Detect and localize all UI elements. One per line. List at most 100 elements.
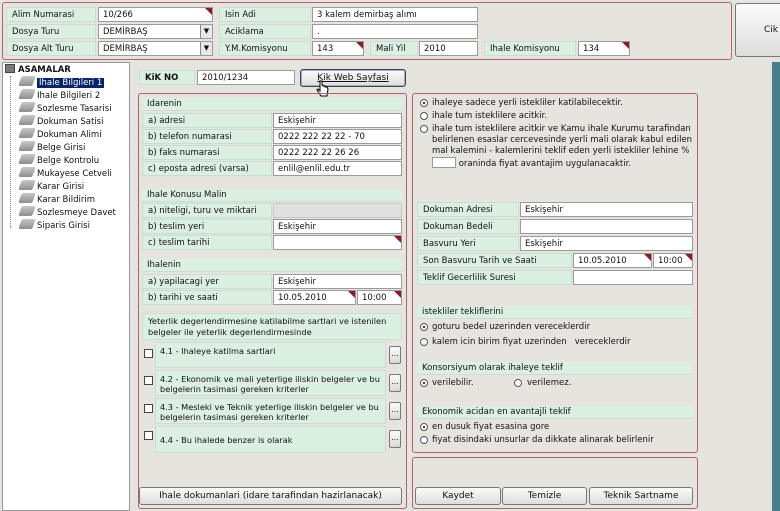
kaydet-label: Kaydet: [442, 491, 474, 501]
yeterlik-item-1-text: 4.1 - Ihaleye katilma sartlari: [160, 346, 276, 356]
dosya-turu-value: DEMİRBAŞ: [103, 27, 148, 37]
yeterlik-item-3: 4.3 - Mesleki ve Teknik yeterlige iliski…: [155, 398, 386, 424]
ihale-dokumanlari-button[interactable]: Ihale dokumanlari (idare tarafindan hazi…: [139, 487, 402, 505]
tree-item-siparis-girisi[interactable]: Siparis Girisi: [18, 219, 90, 232]
dosya-turu-select[interactable]: DEMİRBAŞ ▼: [98, 24, 213, 39]
konsorsiyum-radio-2[interactable]: [514, 379, 522, 387]
son-basvuru-label: Son Basvuru Tarih ve Saati: [417, 253, 572, 268]
teknik-sartname-button[interactable]: Teknik Sartname: [589, 487, 693, 505]
exit-label: Cik: [764, 25, 778, 35]
nitelik-label: a) niteligi, turu ve miktari: [142, 203, 272, 218]
katilim-radio-2[interactable]: [420, 112, 428, 120]
fiyat-avantaji-field[interactable]: [432, 157, 456, 168]
yeterlik-item-4-text: 4.4 - Bu ihalede benzer is olarak: [160, 435, 293, 445]
kik-no-field[interactable]: 2010/1234: [197, 70, 295, 85]
tree-item-dokuman-satisi[interactable]: Dokuman Satisi: [18, 115, 103, 128]
yeterlik-dots-button-3[interactable]: ...: [389, 402, 401, 420]
tree-item-sozlesme-tasarisi[interactable]: Sozlesme Tasarisi: [18, 102, 112, 115]
konsorsiyum-option-1: verilebilir.: [432, 378, 474, 388]
kaydet-button[interactable]: Kaydet: [415, 487, 501, 505]
mali-yil-label: Mali Yil: [370, 41, 418, 56]
dokuman-bedeli-field[interactable]: [520, 219, 693, 234]
ihale-komisyonu-label: Ihale Komisyonu: [484, 41, 576, 56]
katilim-option-2: ihale tum isteklilere acitkir.: [432, 111, 548, 121]
stage-icon: [18, 115, 36, 125]
yer-field[interactable]: Eskişehir: [273, 274, 402, 289]
idare-telefon-label: b) telefon numarasi: [142, 129, 272, 144]
tarih-label: b) tarihi ve saati: [142, 290, 272, 305]
yeterlik-item-2: 4.2 - Ekonomik ve mali yeterlige iliskin…: [155, 370, 386, 396]
tree-root[interactable]: ASAMALAR: [5, 64, 71, 76]
basvuru-yeri-field[interactable]: Eskişehir: [520, 236, 693, 251]
yeterlik-dots-button-4[interactable]: ...: [389, 430, 401, 448]
saat-field[interactable]: 10:00: [357, 290, 402, 305]
nitelik-field[interactable]: [273, 203, 402, 218]
idarenin-title: Idarenin: [142, 98, 402, 111]
son-basvuru-saat-field[interactable]: 10:00: [653, 253, 693, 268]
katilim-radio-1[interactable]: [420, 99, 428, 107]
teklif-sekli-radio-2[interactable]: [420, 338, 428, 346]
dokuman-adresi-field[interactable]: Eskişehir: [520, 202, 693, 217]
tarih-field[interactable]: 10.05.2010: [273, 290, 356, 305]
tree-item-dokuman-alimi[interactable]: Dokuman Alimi: [18, 128, 102, 141]
yeterlik-checkbox-3[interactable]: [144, 404, 153, 413]
isin-adi-label: Isin Adi: [219, 7, 311, 22]
idare-eposta-field[interactable]: enlil@enlil.edu.tr: [273, 161, 402, 176]
teknik-sartname-label: Teknik Sartname: [603, 491, 679, 501]
teslim-yeri-field[interactable]: Eskişehir: [273, 219, 402, 234]
tree-item-karar-girisi[interactable]: Karar Girisi: [18, 180, 84, 193]
tree-item-ihale-bilgileri-1[interactable]: Ihale Bilgileri 1: [18, 76, 105, 89]
dosya-alt-turu-select[interactable]: DEMİRBAŞ ▼: [98, 41, 213, 56]
idare-telefon-field[interactable]: 0222 222 22 22 - 70: [273, 129, 402, 144]
yeterlik-checkbox-2[interactable]: [144, 376, 153, 385]
konu-title: Ihale Konusu Malin: [142, 189, 402, 202]
stage-icon: [18, 128, 36, 138]
dropdown-arrow-icon[interactable]: ▼: [200, 25, 212, 38]
alim-no-field[interactable]: 10/266: [98, 7, 213, 22]
yeterlik-checkbox-4[interactable]: [144, 431, 153, 440]
ihale-komisyonu-field[interactable]: 134: [578, 41, 630, 56]
konsorsiyum-option-2: verilemez.: [527, 378, 572, 388]
yeterlik-header: Yeterlik degerlendirmesine katilabilme s…: [142, 313, 402, 340]
mali-yil-field[interactable]: 2010: [419, 41, 478, 56]
yeterlik-checkbox-1[interactable]: [144, 349, 153, 358]
dropdown-arrow-icon[interactable]: ▼: [200, 42, 212, 55]
tree-item-sozlesmeye-davet[interactable]: Sozlesmeye Davet: [18, 206, 116, 219]
avantajli-radio-2[interactable]: [420, 436, 428, 444]
avantajli-radio-1[interactable]: [420, 423, 428, 431]
temizle-button[interactable]: Temizle: [502, 487, 587, 505]
tree-item-belge-girisi[interactable]: Belge Girisi: [18, 141, 85, 154]
tree-item-karar-bildirim[interactable]: Karar Bildirim: [18, 193, 95, 206]
kik-no-label: KiK NO: [139, 70, 195, 85]
idare-faks-field[interactable]: 0222 222 22 26 26: [273, 145, 402, 160]
yer-label: a) yapilacagi yer: [142, 274, 272, 289]
teklif-gecerlilik-field[interactable]: [573, 270, 693, 285]
konsorsiyum-title: Konsorsiyum olarak ihaleye teklif: [417, 362, 693, 375]
konsorsiyum-radio-1[interactable]: [420, 379, 428, 387]
teslim-yeri-label: b) teslim yeri: [142, 219, 272, 234]
tree-item-mukayese-cetveli[interactable]: Mukayese Cetveli: [18, 167, 112, 180]
stage-icon: [18, 154, 36, 164]
tree-item-belge-kontrolu[interactable]: Belge Kontrolu: [18, 154, 99, 167]
yeterlik-dots-button-1[interactable]: ...: [389, 346, 401, 364]
teklif-sekli-option-2: kalem icin birim fiyat uzerinden verecek…: [432, 337, 631, 347]
dots-label: ...: [391, 405, 399, 414]
katilim-radio-3[interactable]: [420, 125, 428, 133]
idare-adres-field[interactable]: Eskişehir: [273, 113, 402, 128]
yeterlik-dots-button-2[interactable]: ...: [389, 374, 401, 392]
teklif-sekli-radio-1[interactable]: [420, 323, 428, 331]
stage-icon: [18, 180, 36, 190]
katilim-option-3-tail: oraninda fiyat avantajim uygulanacaktir.: [458, 159, 632, 169]
dots-label: ...: [391, 349, 399, 358]
isin-adi-field[interactable]: 3 kalem demirbaş alımı: [312, 7, 478, 22]
avantajli-option-2: fiyat disindaki unsurlar da dikkate alin…: [432, 435, 654, 445]
ym-komisyonu-field[interactable]: 143: [312, 41, 364, 56]
aciklama-field[interactable]: .: [312, 24, 478, 39]
tree-item-ihale-bilgileri-2[interactable]: Ihale Bilgileri 2: [18, 89, 100, 102]
dosya-alt-turu-value: DEMİRBAŞ: [103, 44, 148, 54]
idare-eposta-label: c) eposta adresi (varsa): [142, 161, 272, 176]
teslim-tarihi-field[interactable]: [273, 235, 402, 250]
exit-button[interactable]: Cik: [735, 3, 780, 57]
son-basvuru-tarih-field[interactable]: 10.05.2010: [573, 253, 652, 268]
yeterlik-item-1: 4.1 - Ihaleye katilma sartlari: [155, 342, 386, 368]
